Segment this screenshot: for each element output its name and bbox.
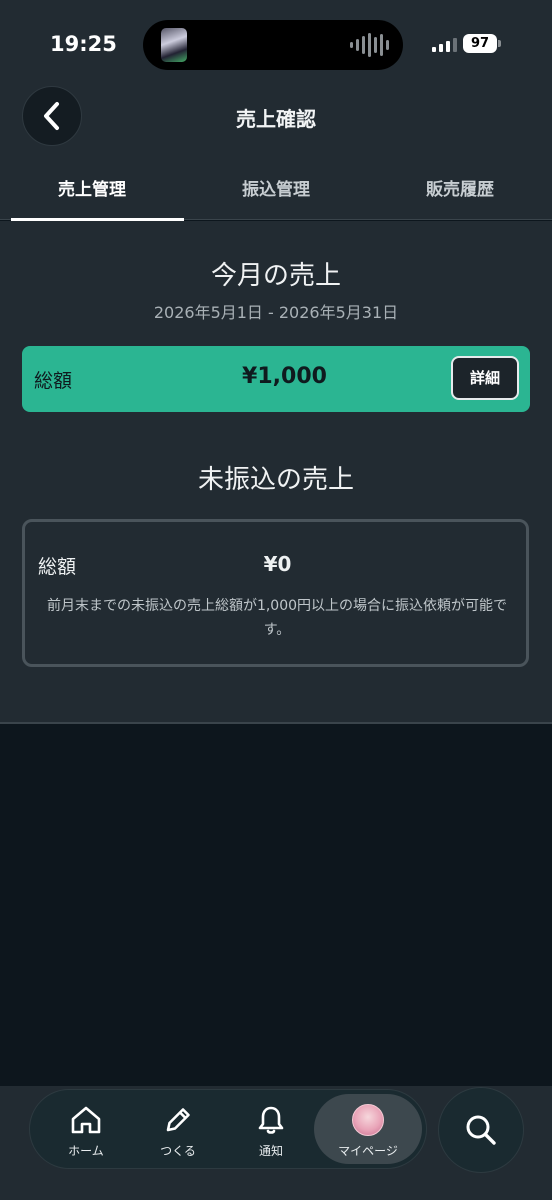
- tab-bar: 売上管理 振込管理 販売履歴: [0, 156, 552, 221]
- battery-icon: 97: [463, 34, 497, 53]
- pencil-icon: [166, 1108, 190, 1132]
- nav-create[interactable]: つくる: [132, 1090, 224, 1168]
- monthly-total-card: 総額 ¥1,000 詳細: [22, 346, 530, 412]
- avatar: [352, 1104, 384, 1136]
- monthly-sales-title: 今月の売上: [210, 261, 341, 291]
- nav-notifications[interactable]: 通知: [225, 1090, 317, 1168]
- page-title: 売上確認: [236, 107, 316, 131]
- unpaid-note: 前月末までの未振込の売上総額が1,000円以上の場合に振込依頼が可能です。: [46, 598, 508, 638]
- header: 売上確認: [0, 80, 552, 156]
- unpaid-sales-title: 未振込の売上: [197, 465, 354, 495]
- nav-mypage[interactable]: マイページ: [314, 1094, 422, 1164]
- tab-sales-management[interactable]: 売上管理: [0, 156, 184, 221]
- tab-transfer-management[interactable]: 振込管理: [184, 156, 368, 220]
- unpaid-total-amount: ¥0: [263, 552, 292, 576]
- audio-wave-icon: [350, 33, 389, 57]
- bottom-navigation: ホーム つくる 通知 マイページ: [0, 1086, 552, 1200]
- signal-icon: [432, 38, 457, 52]
- nav-create-label: つくる: [160, 1144, 196, 1158]
- nav-notifications-label: 通知: [258, 1144, 283, 1158]
- nav-mypage-label: マイページ: [338, 1144, 398, 1158]
- nav-home-label: ホーム: [68, 1144, 104, 1158]
- home-icon: [71, 1106, 101, 1134]
- status-time: 19:25: [50, 32, 117, 56]
- media-thumbnail: [161, 28, 187, 62]
- status-bar: 19:25 97: [0, 0, 552, 80]
- nav-home[interactable]: ホーム: [40, 1090, 132, 1168]
- dynamic-island[interactable]: [143, 20, 403, 70]
- search-icon: [466, 1115, 496, 1145]
- unpaid-total-card: 総額 ¥0 前月末までの未振込の売上総額が1,000円以上の場合に振込依頼が可能…: [22, 519, 529, 667]
- search-button[interactable]: [438, 1087, 524, 1173]
- monthly-period: 2026年5月1日 - 2026年5月31日: [153, 303, 399, 322]
- battery-tip: [498, 40, 501, 47]
- tab-sales-history[interactable]: 販売履歴: [368, 156, 552, 220]
- bell-icon: [258, 1106, 284, 1134]
- detail-button[interactable]: 詳細: [451, 356, 519, 400]
- screen: 19:25 97 売上確認 売上管理 振込管理 販売履歴 今月の売上 2026年…: [0, 0, 552, 1200]
- sales-content: 今月の売上 2026年5月1日 - 2026年5月31日 総額 ¥1,000 詳…: [0, 221, 552, 724]
- nav-bar: ホーム つくる 通知 マイページ: [29, 1089, 427, 1169]
